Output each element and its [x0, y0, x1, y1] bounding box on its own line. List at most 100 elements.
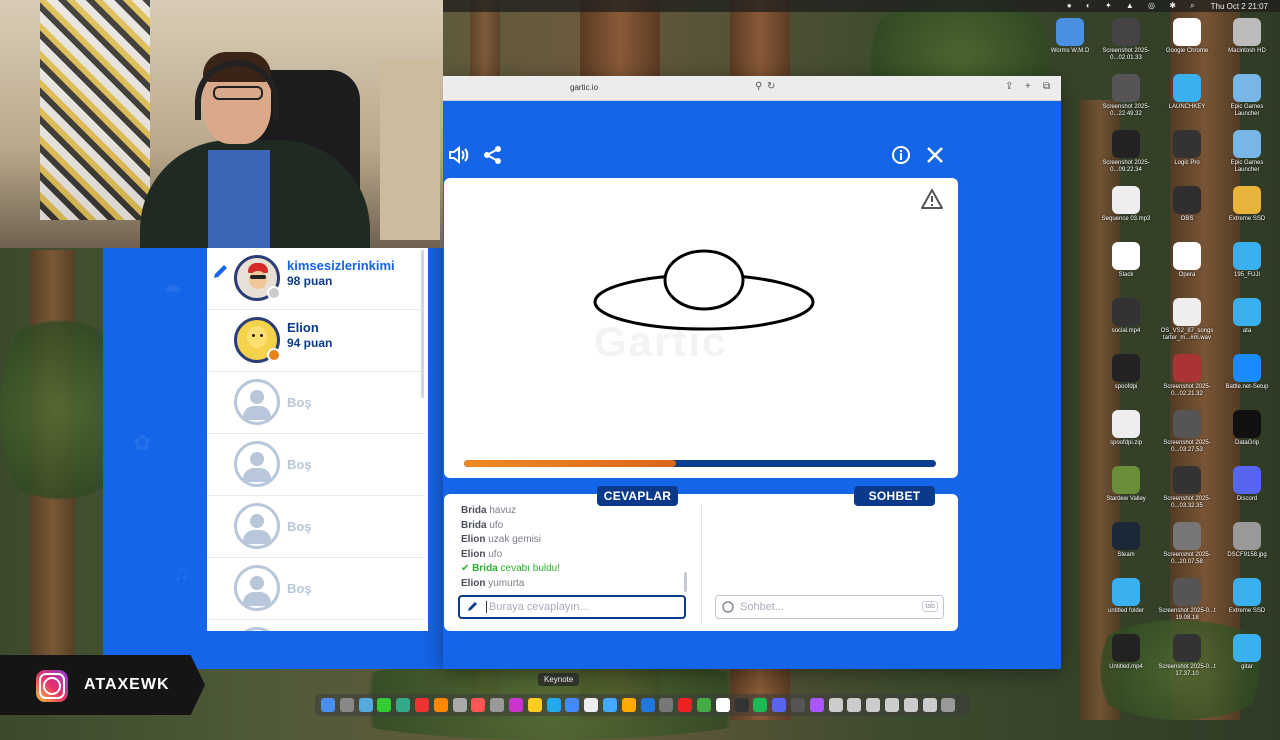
file-icon: [1233, 578, 1261, 606]
answer-text: ufo: [489, 519, 504, 531]
dock-app-icon[interactable]: [828, 698, 843, 712]
players-scrollbar[interactable]: [421, 250, 424, 398]
dock-app-icon[interactable]: [377, 698, 392, 712]
close-icon[interactable]: [925, 145, 945, 169]
dock-app-icon[interactable]: [866, 698, 881, 712]
desktop-icon[interactable]: 195_FUJI: [1218, 242, 1276, 279]
desktop-icon[interactable]: Slack: [1097, 242, 1155, 279]
dock-app-icon[interactable]: [697, 698, 711, 712]
desktop-icon[interactable]: Extreme SSD: [1218, 578, 1276, 615]
file-icon: [1173, 298, 1201, 326]
desktop-icon[interactable]: Screenshot 2025-0...t 17.37.10: [1158, 634, 1216, 678]
desktop-icon[interactable]: Epic Games Launcher: [1218, 74, 1276, 118]
dock-app-icon[interactable]: [621, 698, 636, 712]
dock-app-icon[interactable]: [885, 698, 899, 712]
dock-app-icon[interactable]: [678, 698, 693, 712]
dock-app-icon[interactable]: [941, 698, 956, 712]
address-bar[interactable]: gartic.io: [570, 83, 598, 92]
dock-app-icon[interactable]: [809, 698, 824, 712]
desktop-icon[interactable]: Screenshot 2025-0...09.22.34: [1097, 130, 1155, 174]
desktop-icon[interactable]: Worms W.M.D: [1041, 18, 1099, 55]
desktop-icon[interactable]: OBS: [1158, 186, 1216, 223]
dock-app-icon[interactable]: [659, 698, 674, 712]
dock-app-icon[interactable]: [490, 698, 505, 712]
dock-app-icon[interactable]: [433, 698, 448, 712]
desktop-icon[interactable]: Screenshot 2025-0...20.07.58: [1158, 522, 1216, 566]
share-browser-icon[interactable]: ⇪: [1005, 81, 1013, 92]
chat-input[interactable]: Sohbet... tab: [715, 595, 944, 619]
answers-list[interactable]: Brida havuz Brida ufo Elion uzak gemisi Eli…: [461, 504, 689, 590]
desktop-icon[interactable]: Screenshot 2025-0...03.27.53: [1158, 410, 1216, 454]
desktop-icon[interactable]: Steam: [1097, 522, 1155, 559]
desktop-icon[interactable]: spoofdpi.zip: [1097, 410, 1155, 447]
dock-app-icon[interactable]: [922, 698, 937, 712]
dock-app-icon[interactable]: [772, 698, 787, 712]
dock-app-icon[interactable]: [791, 698, 805, 712]
dock-app-icon[interactable]: [321, 698, 335, 712]
desktop-icon[interactable]: OS_VS2_87_songs tarter_m...#m.wav: [1158, 298, 1216, 342]
file-icon: [1233, 522, 1261, 550]
sound-icon[interactable]: [448, 145, 470, 169]
dock-app-icon[interactable]: [715, 698, 730, 712]
players-list[interactable]: kimsesizlerinkimi 98 puan Elion 94 puan …: [207, 248, 428, 631]
desktop-icon[interactable]: ata: [1218, 298, 1276, 335]
desktop-icon[interactable]: Screenshot 2025-0...03.32.35: [1158, 466, 1216, 510]
desktop-icon[interactable]: Screenshot 2025-0...02.21.32: [1158, 354, 1216, 398]
desktop-icon[interactable]: social.mp4: [1097, 298, 1155, 335]
dock-app-icon[interactable]: [903, 698, 918, 712]
desktop-icon[interactable]: Stardew Valley: [1097, 466, 1155, 503]
desktop-icon[interactable]: LAUNCHKEY: [1158, 74, 1216, 111]
answer-item: Elion ufo: [461, 548, 689, 563]
desktop-icon[interactable]: Sequence 03.mp3: [1097, 186, 1155, 223]
dock-app-icon[interactable]: [640, 698, 655, 712]
dock-app-icon[interactable]: [527, 698, 542, 712]
dock-app-icon[interactable]: [471, 698, 486, 712]
player-row[interactable]: kimsesizlerinkimi 98 puan: [207, 248, 424, 310]
desktop-icon[interactable]: Discord: [1218, 466, 1276, 503]
desktop-icon[interactable]: untitled folder: [1097, 578, 1155, 615]
tab-answers[interactable]: CEVAPLAR: [597, 486, 678, 506]
menubar-icons[interactable]: ● ◐ ✦ ▲ ◎ ✱ ⌕: [1067, 1, 1201, 11]
reload-icon[interactable]: ↻: [767, 81, 775, 92]
dock-app-icon[interactable]: [415, 698, 429, 712]
desktop-icon[interactable]: Screenshot 2025-0...t 19.08.18: [1158, 578, 1216, 622]
desktop-icon[interactable]: Extreme SSD: [1218, 186, 1276, 223]
dock-app-icon[interactable]: [584, 698, 599, 712]
menubar-datetime[interactable]: Thu Oct 2 21:07: [1211, 2, 1268, 11]
desktop-icon[interactable]: Untitled.mp4: [1097, 634, 1155, 671]
new-tab-icon[interactable]: +: [1025, 81, 1031, 92]
desktop-icon[interactable]: Screenshot 2025-0...02.01.33: [1097, 18, 1155, 62]
dock-app-icon[interactable]: [546, 698, 561, 712]
player-row[interactable]: Elion 94 puan: [207, 310, 424, 372]
share-icon[interactable]: [483, 145, 503, 169]
file-icon: [1233, 186, 1261, 214]
desktop-icon[interactable]: Opera: [1158, 242, 1216, 279]
drawing-canvas[interactable]: Gartic: [444, 178, 958, 478]
translate-icon[interactable]: ⚲: [755, 81, 762, 92]
answers-scrollbar[interactable]: [684, 572, 687, 592]
dock-app-icon[interactable]: [603, 698, 617, 712]
desktop-icon[interactable]: DSCF9158.jpg: [1218, 522, 1276, 559]
desktop-icon[interactable]: Epic Games Launcher: [1218, 130, 1276, 174]
tab-chat[interactable]: SOHBET: [854, 486, 935, 506]
desktop-icon[interactable]: Google Chrome: [1158, 18, 1216, 55]
dock-app-icon[interactable]: [358, 698, 373, 712]
dock-app-icon[interactable]: [734, 698, 749, 712]
tab-overview-icon[interactable]: ⧉: [1043, 81, 1050, 92]
dock-app-icon[interactable]: [847, 698, 862, 712]
desktop-icon[interactable]: Macintosh HD: [1218, 18, 1276, 55]
desktop-icon[interactable]: DataGrip: [1218, 410, 1276, 447]
dock-app-icon[interactable]: [452, 698, 467, 712]
dock-app-icon[interactable]: [753, 698, 768, 712]
dock-app-icon[interactable]: [396, 698, 411, 712]
desktop-icon[interactable]: Screenshot 2025-0...22.49.32: [1097, 74, 1155, 118]
info-icon[interactable]: [891, 145, 911, 169]
dock-app-icon[interactable]: [509, 698, 523, 712]
desktop-icon[interactable]: gitar: [1218, 634, 1276, 671]
desktop-icon[interactable]: spoofdpi: [1097, 354, 1155, 391]
dock-app-icon[interactable]: [565, 698, 580, 712]
dock-app-icon[interactable]: [339, 698, 354, 712]
desktop-icon[interactable]: Logic Pro: [1158, 130, 1216, 167]
answer-input[interactable]: Buraya cevaplayın...: [458, 595, 686, 619]
desktop-icon[interactable]: Battle.net-Setup: [1218, 354, 1276, 391]
